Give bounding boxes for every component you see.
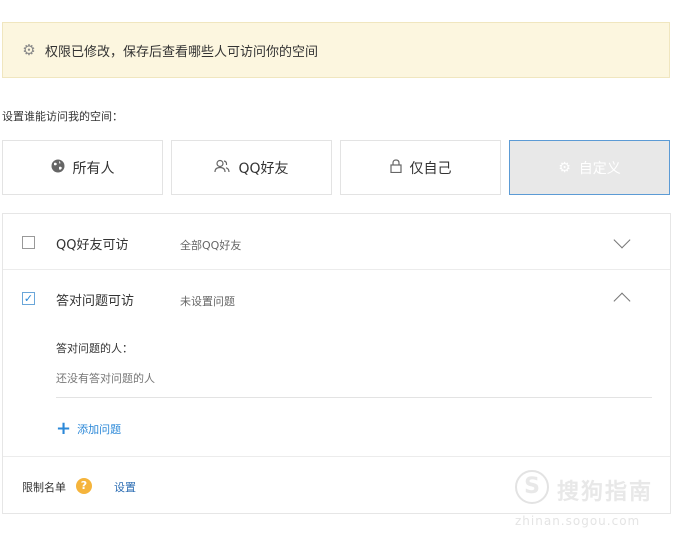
answerers-label: 答对问题的人： — [56, 342, 133, 355]
qq-friends-checkbox[interactable] — [22, 236, 35, 249]
watermark: S 搜狗指南 zhinan.sogou.com — [515, 470, 675, 535]
divider — [56, 397, 652, 398]
watermark-url: zhinan.sogou.com — [515, 514, 641, 528]
option-custom-label: 自定义 — [578, 160, 621, 177]
option-qq-friends-label: QQ好友 — [238, 160, 289, 177]
option-only-me-label: 仅自己 — [409, 160, 452, 177]
lock-icon — [389, 158, 402, 177]
notice-text: 权限已修改，保存后查看哪些人可访问你的空间 — [45, 44, 319, 60]
friends-icon — [214, 159, 231, 177]
access-setting-label: 设置谁能访问我的空间： — [2, 110, 123, 123]
answer-question-checkbox[interactable]: ✓ — [22, 292, 35, 305]
globe-icon — [51, 159, 65, 177]
access-options: 所有人 QQ好友 仅自己 ⚙ 自定义 — [2, 140, 670, 195]
add-question-label: 添加问题 — [77, 423, 122, 436]
answer-question-subtitle: 未设置问题 — [180, 295, 235, 308]
help-icon[interactable]: ? — [76, 478, 92, 494]
custom-rules-panel: QQ好友可访 全部QQ好友 ✓ 答对问题可访 未设置问题 答对问题的人： 还没有… — [2, 213, 671, 514]
option-qq-friends[interactable]: QQ好友 — [171, 140, 332, 195]
rule-qq-friends[interactable]: QQ好友可访 全部QQ好友 — [3, 214, 670, 270]
gear-icon: ⚙ — [22, 41, 36, 59]
option-custom[interactable]: ⚙ 自定义 — [509, 140, 670, 195]
chevron-down-icon[interactable] — [613, 231, 631, 249]
sogou-logo-icon: S — [515, 470, 549, 504]
qq-friends-subtitle: 全部QQ好友 — [180, 239, 242, 252]
plus-icon: + — [56, 418, 72, 439]
notice-banner: ⚙ 权限已修改，保存后查看哪些人可访问你的空间 — [2, 22, 670, 78]
rule-answer-question: ✓ 答对问题可访 未设置问题 答对问题的人： 还没有答对问题的人 + 添加问题 — [3, 270, 670, 457]
chevron-up-icon[interactable] — [613, 292, 631, 310]
option-everyone-label: 所有人 — [72, 160, 115, 177]
qq-friends-title: QQ好友可访 — [56, 238, 129, 253]
gear-icon: ⚙ — [558, 159, 571, 176]
answer-question-title: 答对问题可访 — [56, 294, 135, 309]
limit-list-label: 限制名单 — [22, 481, 66, 494]
limit-list-set-link[interactable]: 设置 — [114, 479, 136, 495]
add-question-button[interactable]: + 添加问题 — [56, 418, 122, 439]
watermark-text: 搜狗指南 — [557, 480, 654, 505]
option-everyone[interactable]: 所有人 — [2, 140, 163, 195]
answerers-empty-text: 还没有答对问题的人 — [56, 372, 155, 385]
option-only-me[interactable]: 仅自己 — [340, 140, 501, 195]
